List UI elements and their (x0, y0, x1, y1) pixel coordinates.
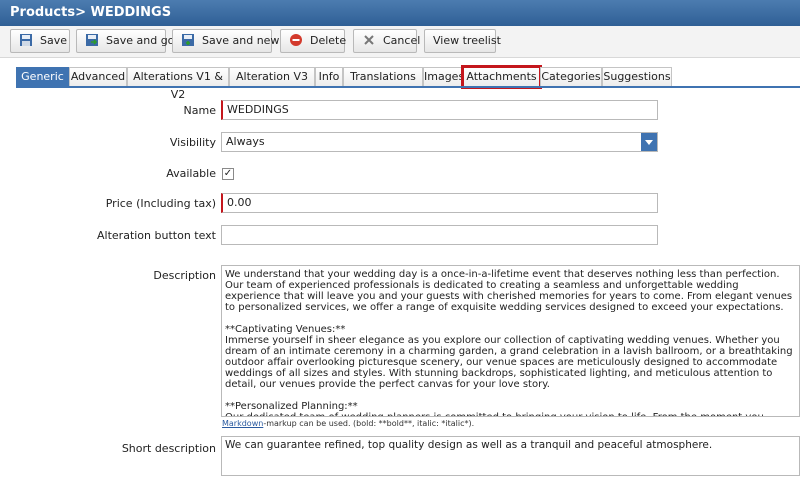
markdown-hint-text: -markup can be used. (bold: **bold**, it… (263, 419, 475, 428)
save-and-new-button[interactable]: Save and new (172, 29, 279, 53)
floppy-disk-icon (19, 33, 33, 47)
floppy-plus-icon (181, 33, 195, 47)
view-treelist-button[interactable]: View treelist (424, 29, 501, 53)
cancel-button[interactable]: Cancel (353, 29, 421, 53)
description-label: Description (153, 269, 216, 282)
save-and-new-label: Save and new (202, 34, 280, 47)
visibility-select[interactable]: Always (221, 132, 658, 152)
delete-button[interactable]: Delete (280, 29, 347, 53)
available-checkbox[interactable]: ✓ (222, 168, 234, 180)
x-icon (362, 33, 376, 47)
tab-alterations-v1-v2[interactable]: Alterations V1 & V2 (127, 67, 229, 101)
short-description-label: Short description (121, 442, 216, 455)
tab-generic[interactable]: Generic (16, 67, 69, 87)
toolbar: Save Save and go Save and new Delete Can… (0, 26, 800, 58)
window-title: Products> WEDDINGS (0, 0, 800, 26)
alteration-button-text-label: Alteration button text (97, 229, 216, 242)
price-input[interactable]: 0.00 (221, 193, 658, 213)
delete-circle-icon (289, 33, 303, 47)
tab-translations[interactable]: Translations (343, 67, 423, 87)
tab-info[interactable]: Info (315, 67, 343, 87)
tab-alteration-v3[interactable]: Alteration V3 (229, 67, 315, 87)
tab-images[interactable]: Images (423, 67, 464, 87)
visibility-selected-value: Always (226, 135, 265, 148)
delete-label: Delete (310, 34, 347, 47)
name-label: Name (183, 104, 216, 117)
short-description-textarea[interactable]: We can guarantee refined, top quality de… (221, 436, 800, 476)
markdown-link[interactable]: Markdown (222, 419, 263, 428)
alteration-button-text-input[interactable] (221, 225, 658, 245)
price-label: Price (Including tax) (105, 197, 216, 210)
markdown-hint: Markdown-markup can be used. (bold: **bo… (222, 419, 474, 428)
chevron-down-icon[interactable] (641, 133, 657, 151)
tab-suggestions[interactable]: Suggestions (602, 67, 672, 87)
tab-categories[interactable]: Categories (540, 67, 602, 87)
cancel-label: Cancel (383, 34, 421, 47)
available-label: Available (166, 167, 216, 180)
save-label: Save (40, 34, 68, 47)
save-button[interactable]: Save (10, 29, 70, 53)
tab-advanced[interactable]: Advanced (69, 67, 127, 87)
floppy-arrow-icon (85, 33, 99, 47)
name-input[interactable]: WEDDINGS (221, 100, 658, 120)
tab-underline (16, 86, 800, 88)
tab-attachments[interactable]: Attachments (461, 65, 542, 89)
save-and-go-button[interactable]: Save and go (76, 29, 174, 53)
save-and-go-label: Save and go (106, 34, 175, 47)
description-textarea[interactable]: We understand that your wedding day is a… (221, 265, 800, 417)
visibility-label: Visibility (169, 136, 216, 149)
